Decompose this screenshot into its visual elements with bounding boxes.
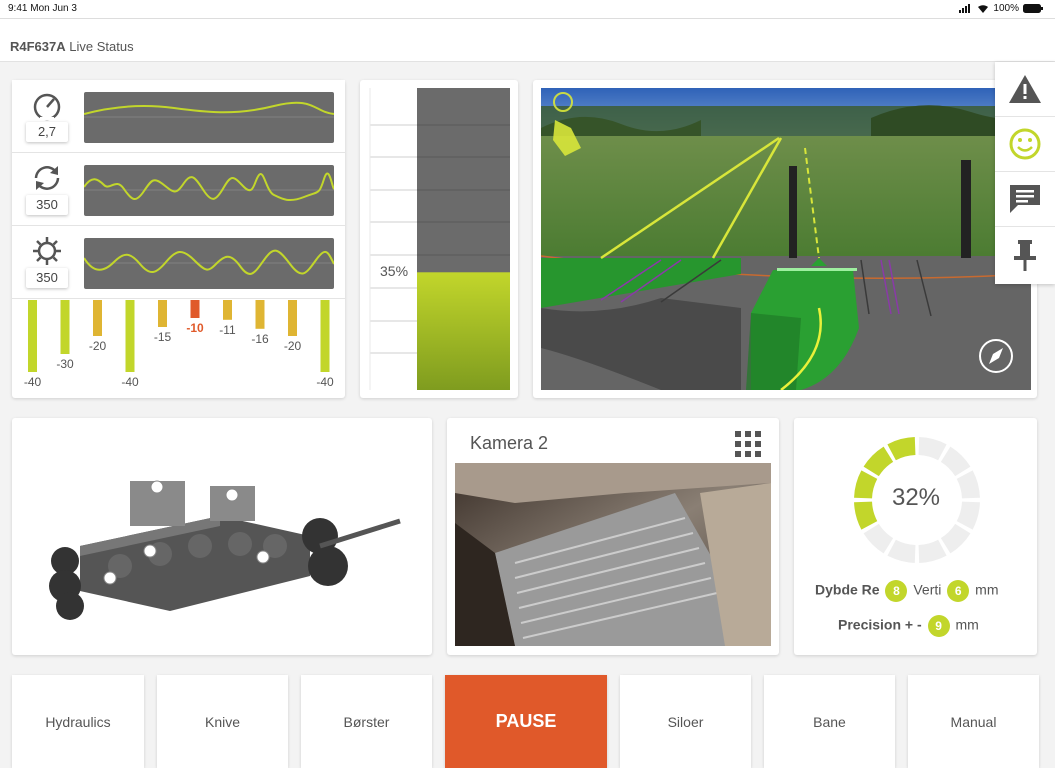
tab-siloer[interactable]: Siloer [620,675,751,768]
deviation-bar [190,300,200,318]
deviation-bar [320,300,330,372]
deviation-bar [288,300,297,336]
pin-icon [1014,239,1036,271]
deviation-bar-label: -15 [154,330,172,344]
warning-icon [1009,75,1041,103]
deviation-bar [223,300,232,320]
pause-button[interactable]: PAUSE [445,675,607,768]
chat-button[interactable] [995,172,1055,227]
deviation-bar-label: -10 [186,321,204,335]
status-button[interactable] [995,117,1055,172]
deviation-bar [28,300,37,372]
deviation-bar-label: -16 [251,332,269,346]
sensor-graph [84,238,334,289]
field-tool-bar [995,62,1055,284]
sensor-row-gear[interactable]: 350 [12,226,345,299]
depth-label: Dybde Re [815,581,880,598]
donut-segment [940,446,971,477]
tab-borster[interactable]: Børster [301,675,432,768]
level-percent: 35% [380,263,409,279]
gear-icon [33,237,61,265]
field-view[interactable] [541,88,1031,390]
warning-button[interactable] [995,62,1055,117]
deviation-bar [60,300,70,354]
re-value-badge[interactable]: 8 [885,580,908,602]
donut-segment [887,539,916,563]
speedometer-icon [33,93,61,121]
deviation-bar-label: -20 [89,339,107,353]
depth-row: Dybde Re 8 Verti 6 mm [815,580,998,602]
deviation-bar [125,300,135,372]
battery-percent: 100% [993,3,1019,14]
depth-percent: 32% [891,484,941,511]
rotation-icon [34,166,60,190]
deviation-bar-label: -20 [284,339,302,353]
smiley-icon [1009,128,1041,160]
tab-manual[interactable]: Manual [908,675,1039,768]
camera-title: Kamera 2 [470,433,549,453]
sensor-value: 2,7 [26,122,68,142]
deviation-bar [158,300,167,327]
status-icons: 100% [959,3,1043,14]
field-view-card [533,80,1037,398]
precision-row: Precision + - 9 mm [838,615,979,637]
deviation-bar [93,300,102,336]
camera-card: Kamera 2 [447,418,779,655]
level-gauge-card: 35% [360,80,518,398]
donut-segment [863,523,894,554]
sensor-value: 350 [26,268,68,288]
deviation-bar-label: -11 [219,323,236,337]
sensor-graph [84,165,334,216]
unit-label: mm [975,581,999,598]
machine-model-card [12,418,432,655]
deviation-bar-label: -40 [24,375,42,389]
donut-segment [918,437,947,461]
machine-id: R4F637A [10,39,66,54]
deviation-bar-label: -40 [316,375,334,389]
page-title: Live Status [69,39,134,54]
donut-segment [863,446,894,477]
sensor-value: 350 [26,195,68,215]
deviation-bars: -40 -30 -20 -40 -15 -10 -11 -16 -20 -40 [24,300,334,389]
clock: 9:41 Mon Jun 3 [8,3,77,14]
grid-icon[interactable] [735,431,761,457]
battery-icon [1023,4,1043,13]
sensor-graph [84,92,334,143]
donut-segment [940,523,971,554]
level-fill [417,272,510,390]
verti-value-badge[interactable]: 6 [947,580,970,602]
deviation-bar-label: -40 [121,375,139,389]
precision-value-badge[interactable]: 9 [927,615,950,637]
wifi-icon [978,5,989,13]
tab-knive[interactable]: Knive [157,675,288,768]
verti-label: Verti [913,581,942,598]
sensor-row-speed[interactable]: 2,7 [12,80,345,153]
title-bar: R4F637A Live Status [0,18,1055,62]
level-gauge [368,88,510,390]
pin-button[interactable] [995,227,1055,282]
status-bar: 9:41 Mon Jun 3 100% [0,0,1055,18]
deviation-bar [255,300,265,329]
camera-feed[interactable] [455,463,771,646]
sensor-row-rotation[interactable]: 350 [12,153,345,226]
precision-label: Precision + - [838,616,922,633]
donut-segment [918,539,947,563]
tab-hydraulics[interactable]: Hydraulics [12,675,144,768]
chat-icon [1010,185,1040,213]
machine-3d-model[interactable] [20,426,424,647]
depth-card: 32% Dybde Re 8 Verti 6 mm Precision + - … [794,418,1037,655]
unit-label: mm [955,616,979,633]
signal-icon [959,4,971,13]
tab-bane[interactable]: Bane [764,675,895,768]
donut-segment [887,437,916,461]
deviation-bar-label: -30 [56,357,74,371]
